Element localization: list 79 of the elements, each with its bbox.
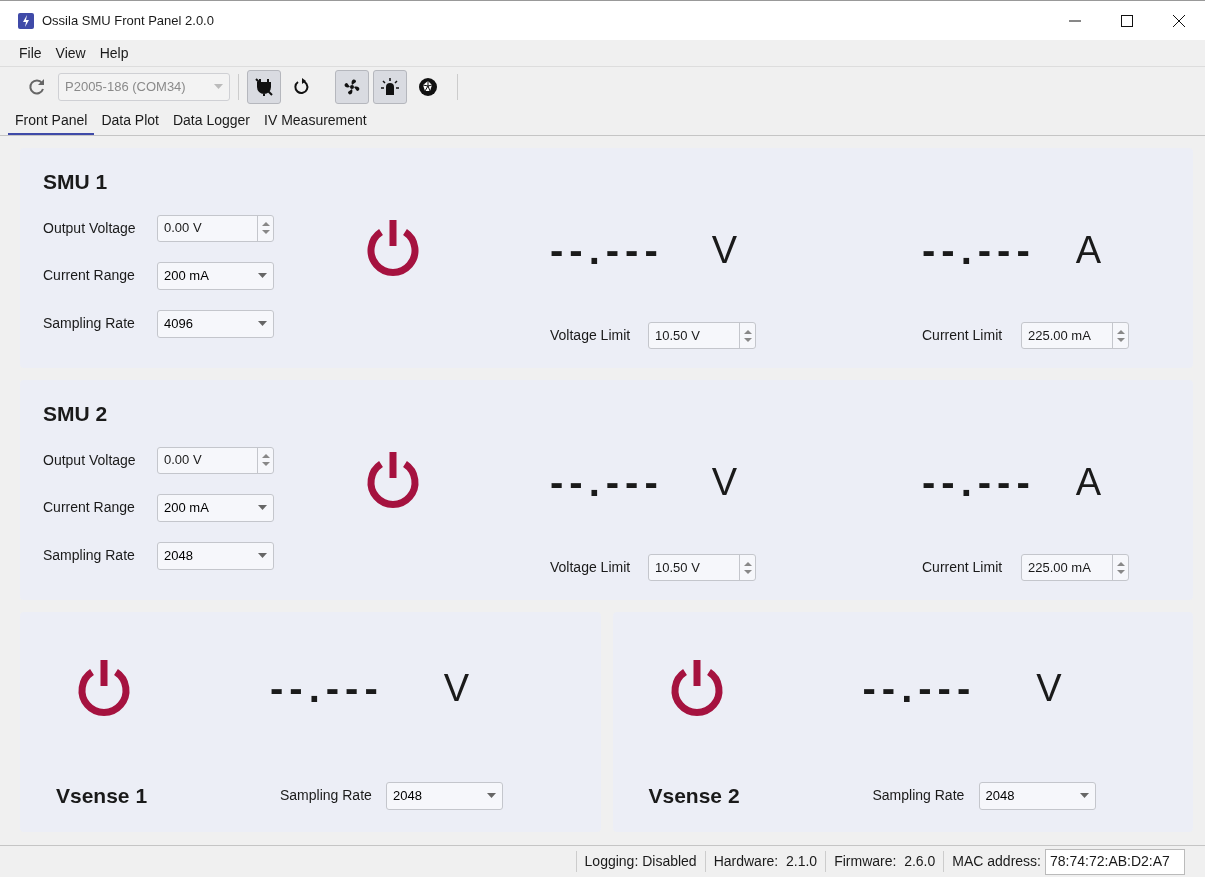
field-label: Sampling Rate — [43, 546, 136, 565]
field-label: Current Limit — [922, 326, 1004, 345]
maximize-icon[interactable] — [1121, 14, 1133, 27]
lamp-icon — [380, 76, 400, 97]
unit-label: V — [1036, 669, 1062, 707]
refresh-icon[interactable] — [28, 77, 46, 96]
dropdown[interactable]: 4096 — [157, 309, 274, 338]
status-text: Logging: Disabled — [575, 851, 705, 872]
unit-label: V — [711, 463, 738, 501]
unit-label: A — [1075, 231, 1102, 269]
status-text: Firmware: 2.6.0 — [825, 851, 944, 872]
caret-icon — [258, 553, 267, 558]
reading-display: --.--- — [270, 668, 384, 708]
panel-title: SMU 1 — [43, 169, 109, 195]
spin-arrows-icon[interactable] — [261, 453, 270, 467]
reading-display: --.--- — [550, 462, 664, 502]
spin-box[interactable]: 10.50 V — [648, 322, 756, 349]
caret-icon — [1079, 793, 1089, 799]
caret-icon — [214, 84, 223, 89]
window-title: Ossila SMU Front Panel 2.0.0 — [42, 11, 215, 30]
reading-display: --.--- — [862, 668, 977, 708]
caret-icon — [258, 273, 267, 278]
caret-icon — [258, 321, 267, 326]
panel-title: SMU 2 — [43, 401, 109, 427]
power-icon[interactable] — [365, 450, 421, 510]
status-text: Hardware: 2.1.0 — [704, 851, 826, 872]
reading-display: --.--- — [922, 230, 1036, 270]
power-icon[interactable] — [76, 658, 132, 718]
panel-title: Vsense 2 — [648, 783, 741, 809]
field-label: Current Range — [43, 266, 136, 285]
app-logo-icon — [18, 12, 34, 29]
panel-title: Vsense 1 — [56, 783, 149, 809]
power-icon[interactable] — [365, 218, 421, 278]
caret-icon — [258, 505, 267, 510]
aperture-icon — [418, 76, 438, 97]
menu-item[interactable]: View — [55, 42, 86, 64]
unit-label: V — [711, 231, 738, 269]
spin-box[interactable]: 0.00 V — [157, 214, 274, 242]
spin-box[interactable]: 225.00 mA — [1021, 554, 1129, 581]
field-label: Output Voltage — [43, 218, 137, 238]
reading-display: --.--- — [922, 462, 1036, 502]
tab[interactable]: Front Panel — [8, 107, 95, 135]
spin-box[interactable]: 225.00 mA — [1021, 322, 1129, 349]
close-icon[interactable] — [1173, 14, 1185, 27]
reading-display: --.--- — [550, 230, 664, 270]
spin-arrows-icon[interactable] — [743, 560, 752, 575]
tab[interactable]: Data Logger — [165, 107, 258, 135]
spin-box[interactable]: 10.50 V — [648, 554, 756, 581]
menu-item[interactable]: Help — [99, 42, 129, 64]
field-label: Sampling Rate — [280, 786, 373, 806]
menu-item[interactable]: File — [19, 42, 42, 64]
spin-arrows-icon[interactable] — [261, 221, 270, 235]
toolbar-button[interactable] — [335, 69, 369, 104]
field-label: Voltage Limit — [550, 558, 632, 577]
mac-address-field[interactable]: 78:74:72:AB:D2:A7 — [1045, 848, 1185, 875]
field-label: Voltage Limit — [550, 326, 632, 345]
field-label: Sampling Rate — [872, 786, 966, 806]
unit-label: V — [443, 669, 470, 707]
reset-icon — [293, 77, 311, 96]
spin-arrows-icon[interactable] — [743, 328, 752, 343]
field-label: Output Voltage — [43, 450, 137, 470]
dropdown[interactable]: 2048 — [386, 781, 503, 810]
spin-box[interactable]: 0.00 V — [157, 446, 274, 474]
dropdown[interactable]: 2048 — [978, 781, 1096, 810]
field-label: Current Limit — [922, 558, 1004, 577]
caret-icon — [487, 793, 496, 799]
unit-label: A — [1075, 463, 1102, 501]
spin-arrows-icon[interactable] — [1116, 560, 1125, 575]
toolbar-button[interactable] — [373, 69, 407, 104]
dropdown[interactable]: 200 mA — [157, 261, 274, 290]
dropdown[interactable]: 200 mA — [157, 493, 274, 522]
tab[interactable]: IV Measurement — [257, 107, 374, 135]
unplugged-icon — [254, 76, 274, 97]
field-label: Sampling Rate — [43, 314, 136, 333]
dropdown[interactable]: 2048 — [157, 541, 274, 570]
toolbar-button[interactable] — [247, 69, 281, 104]
tab[interactable]: Data Plot — [94, 107, 166, 135]
field-label: Current Range — [43, 498, 136, 517]
spin-arrows-icon[interactable] — [1116, 328, 1125, 343]
